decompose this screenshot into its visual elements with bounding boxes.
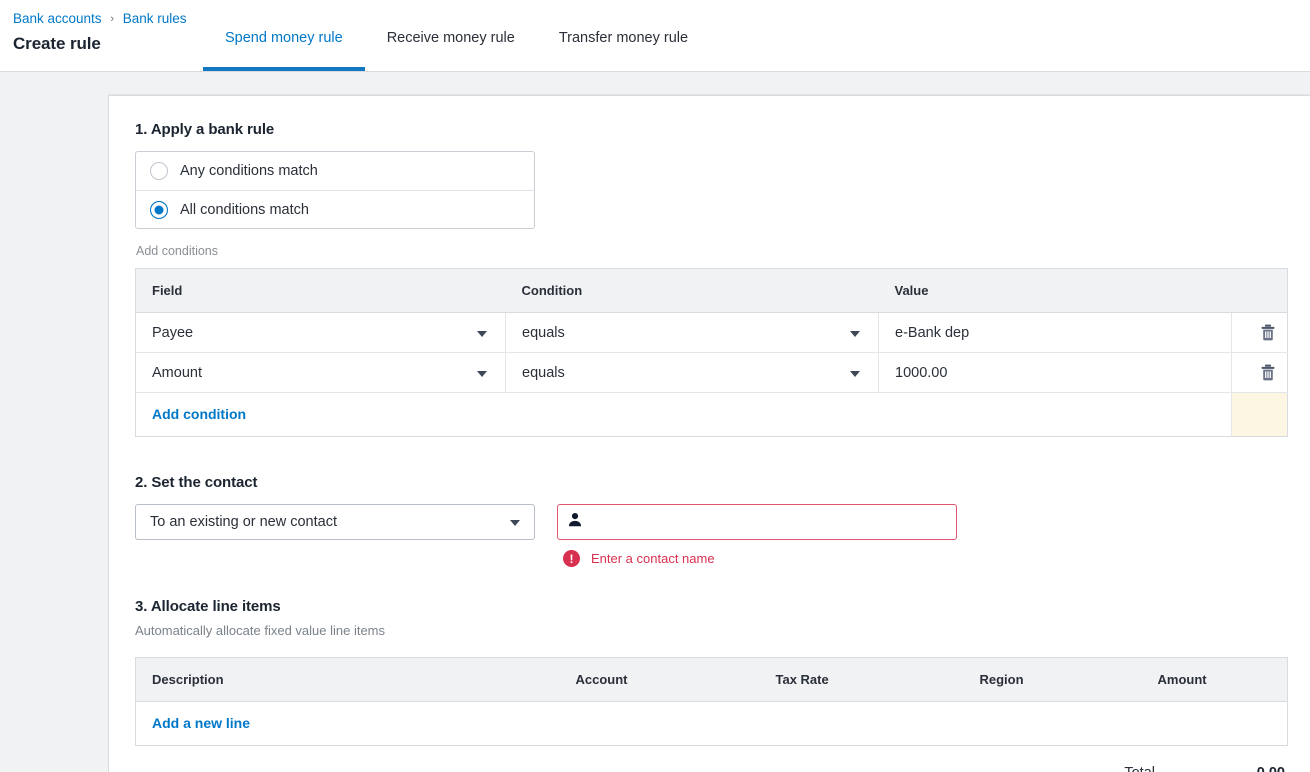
contact-name-field[interactable] <box>557 504 957 540</box>
conditions-col-condition: Condition <box>505 268 879 313</box>
trash-icon[interactable] <box>1254 359 1282 387</box>
table-row: Amount equals 1000.00 <box>135 352 1288 393</box>
total-value: 0.00 <box>1155 764 1285 772</box>
line-items-col-description: Description <box>135 657 560 702</box>
add-new-line-button[interactable]: Add a new line <box>152 715 250 731</box>
line-items-col-tax-rate: Tax Rate <box>759 657 964 702</box>
condition-value-text-1: 1000.00 <box>895 364 948 381</box>
radio-label-any: Any conditions match <box>180 163 318 179</box>
conditions-col-field: Field <box>135 268 506 313</box>
condition-value-input-0[interactable]: e-Bank dep <box>878 312 1232 353</box>
breadcrumb-item-bank-rules[interactable]: Bank rules <box>123 11 187 26</box>
conditions-highlight-cell <box>1231 392 1288 437</box>
conditions-col-value: Value <box>878 268 1232 313</box>
person-icon <box>568 512 582 532</box>
add-line-cell: Add a new line <box>136 702 1288 746</box>
condition-operator-select-0[interactable]: equals <box>505 312 879 353</box>
add-conditions-hint: Add conditions <box>136 244 219 258</box>
tab-spend-money-rule[interactable]: Spend money rule <box>203 29 365 71</box>
condition-field-value-1: Amount <box>152 364 202 381</box>
radio-any-conditions-match[interactable]: Any conditions match <box>136 152 534 190</box>
section-3-heading: 3. Allocate line items <box>135 598 281 615</box>
line-items-col-region: Region <box>963 657 1142 702</box>
condition-field-select-0[interactable]: Payee <box>135 312 506 353</box>
add-condition-cell: Add condition <box>136 393 1232 437</box>
radio-indicator-any[interactable] <box>150 162 168 180</box>
line-items-header-row: Description Account Tax Rate Region Amou… <box>135 657 1288 702</box>
condition-operator-value-0: equals <box>522 324 565 341</box>
section-2-heading: 2. Set the contact <box>135 474 258 491</box>
rule-form-card: 1. Apply a bank rule Any conditions matc… <box>108 95 1310 772</box>
condition-delete-cell-1 <box>1231 352 1288 393</box>
condition-field-value-0: Payee <box>152 324 194 341</box>
condition-field-select-1[interactable]: Amount <box>135 352 506 393</box>
contact-error: ! Enter a contact name <box>563 550 957 567</box>
page-left-gutter <box>0 72 108 772</box>
condition-operator-value-1: equals <box>522 364 565 381</box>
app-header: Bank accounts › Bank rules Create rule S… <box>0 0 1310 72</box>
trash-icon[interactable] <box>1254 319 1282 347</box>
chevron-down-icon <box>850 330 860 337</box>
conditions-col-actions <box>1231 268 1288 313</box>
breadcrumb-separator-icon: › <box>110 13 114 25</box>
breadcrumb: Bank accounts › Bank rules <box>13 10 187 29</box>
chevron-down-icon <box>850 370 860 377</box>
contact-mode-select[interactable]: To an existing or new contact <box>135 504 535 540</box>
page-top-strip <box>0 72 1310 95</box>
line-items-col-account: Account <box>559 657 760 702</box>
add-condition-button[interactable]: Add condition <box>152 406 246 422</box>
tab-transfer-money-rule[interactable]: Transfer money rule <box>537 29 710 71</box>
table-row: Payee equals e-Bank dep <box>135 312 1288 353</box>
radio-indicator-all[interactable] <box>150 200 168 219</box>
conditions-add-row: Add condition <box>136 392 1288 437</box>
total-label: Total <box>1124 764 1155 772</box>
condition-value-input-1[interactable]: 1000.00 <box>878 352 1232 393</box>
conditions-table-header-row: Field Condition Value <box>135 268 1288 313</box>
contact-name-wrapper: ! Enter a contact name <box>557 504 957 567</box>
line-items-col-amount: Amount <box>1141 657 1288 702</box>
contact-row: To an existing or new contact ! Enter a … <box>135 504 1286 567</box>
line-items-add-row: Add a new line <box>136 702 1288 746</box>
match-mode-radio-group: Any conditions match All conditions matc… <box>135 151 535 229</box>
section-3-subheading: Automatically allocate fixed value line … <box>135 623 386 638</box>
radio-all-conditions-match[interactable]: All conditions match <box>136 190 534 228</box>
breadcrumb-item-bank-accounts[interactable]: Bank accounts <box>13 11 102 26</box>
conditions-table: Field Condition Value Payee equals e-Ban… <box>135 268 1288 437</box>
chevron-down-icon <box>477 370 487 377</box>
page-body: 1. Apply a bank rule Any conditions matc… <box>0 72 1310 772</box>
section-1-heading: 1. Apply a bank rule <box>135 121 275 138</box>
contact-name-input[interactable] <box>590 514 946 530</box>
condition-delete-cell-0 <box>1231 312 1288 353</box>
contact-mode-value: To an existing or new contact <box>150 514 337 530</box>
header-left: Bank accounts › Bank rules Create rule <box>13 10 187 56</box>
tab-bar: Spend money rule Receive money rule Tran… <box>203 0 710 71</box>
page-title: Create rule <box>13 34 101 53</box>
condition-operator-select-1[interactable]: equals <box>505 352 879 393</box>
error-icon: ! <box>563 550 580 567</box>
radio-label-all: All conditions match <box>180 201 309 218</box>
chevron-down-icon <box>477 330 487 337</box>
condition-value-text-0: e-Bank dep <box>895 324 970 341</box>
tab-receive-money-rule[interactable]: Receive money rule <box>365 29 537 71</box>
totals-row: Total 0.00 <box>135 764 1287 772</box>
chevron-down-icon <box>510 520 520 526</box>
contact-error-message: Enter a contact name <box>591 551 715 566</box>
line-items-table: Description Account Tax Rate Region Amou… <box>135 657 1288 746</box>
